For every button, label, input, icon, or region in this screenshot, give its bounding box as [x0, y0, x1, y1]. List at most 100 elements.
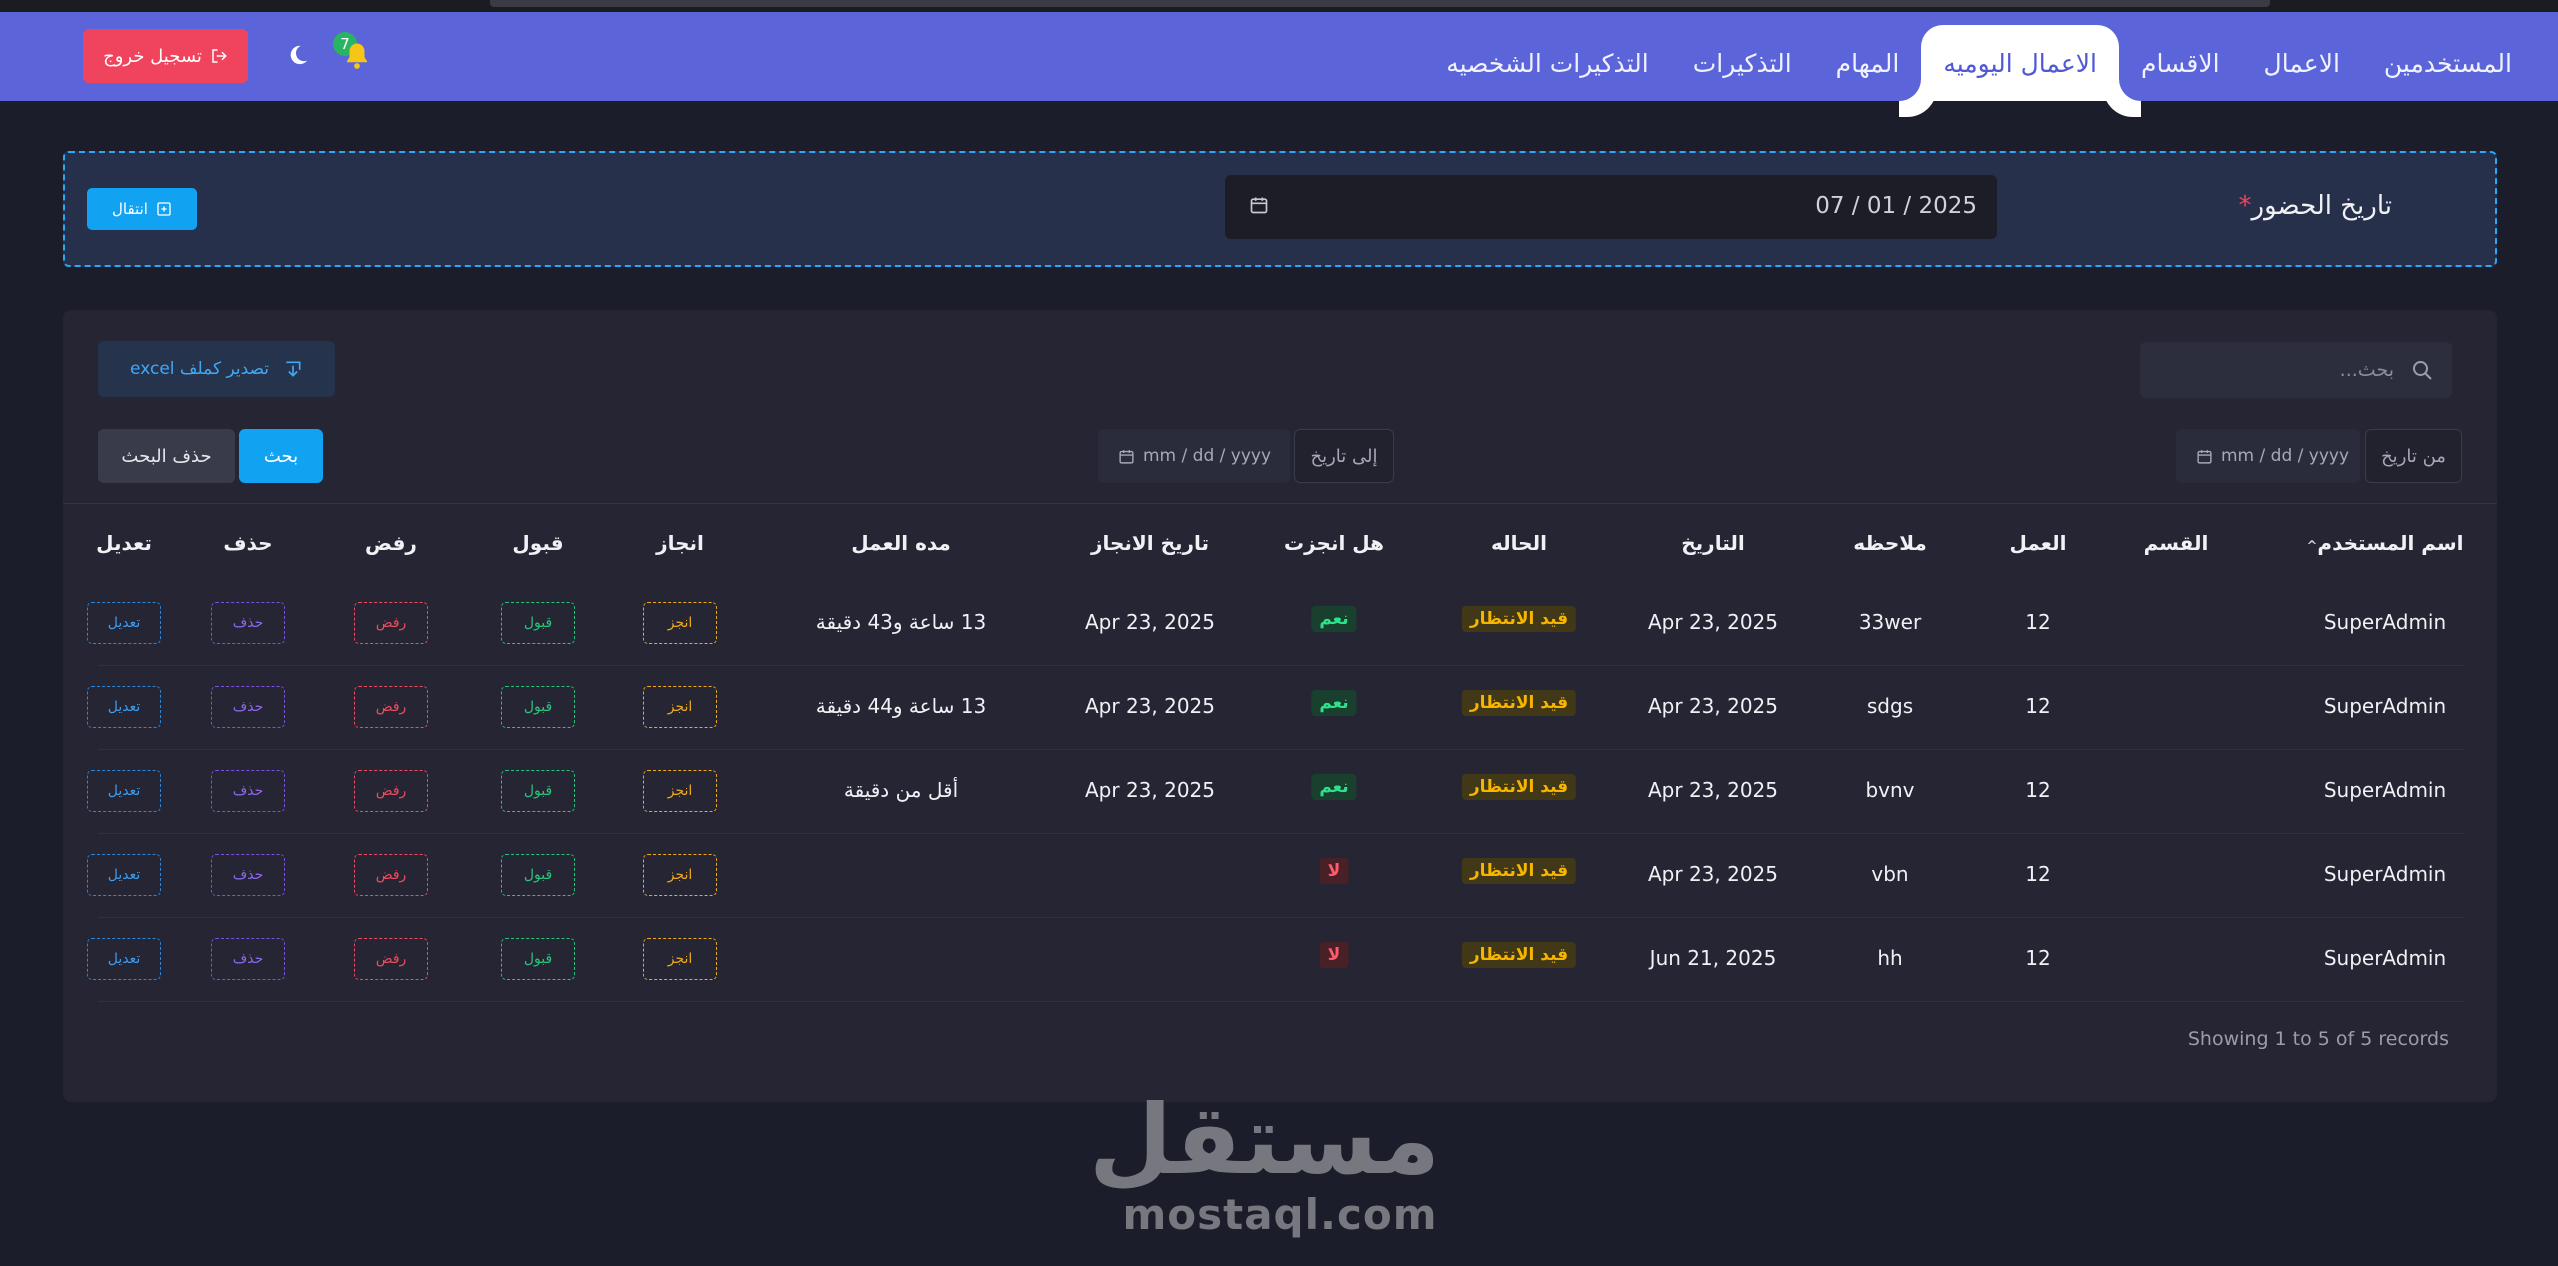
from-date-input[interactable]: mm / dd / yyyy — [2176, 429, 2360, 483]
done-button[interactable]: انجز — [643, 602, 717, 644]
edit-button[interactable]: تعديل — [87, 602, 161, 644]
attendance-date-value: 07 / 01 / 2025 — [1815, 193, 1977, 219]
cell-user: SuperAdmin — [2323, 778, 2447, 802]
header-edit: تعديل — [96, 531, 152, 555]
done-button[interactable]: انجز — [643, 854, 717, 896]
to-date-input[interactable]: mm / dd / yyyy — [1098, 429, 1290, 483]
header-accept: قبول — [512, 531, 564, 555]
search-placeholder: بحث... — [2339, 359, 2394, 381]
accept-button[interactable]: قبول — [501, 854, 575, 896]
header-is-done[interactable]: هل انجزت — [1284, 531, 1384, 555]
delete-button[interactable]: حذف — [211, 770, 285, 812]
clear-search-button[interactable]: حذف البحث — [98, 429, 235, 483]
to-date-label: إلى تاريخ — [1294, 429, 1394, 483]
is-done-badge: نعم — [1311, 606, 1357, 632]
navbar: المستخدمين الاعمال الاقسام الاعمال اليوميه ا… — [0, 12, 2558, 101]
nav-tab-5[interactable]: التذكيرات — [1671, 25, 1814, 101]
window-top-strip — [0, 0, 2558, 12]
reject-button[interactable]: رفض — [354, 770, 428, 812]
is-done-badge: لا — [1319, 942, 1349, 968]
attendance-date-input[interactable]: 07 / 01 / 2025 — [1225, 175, 1997, 239]
header-delete: حذف — [223, 531, 273, 555]
is-done-badge: نعم — [1311, 774, 1357, 800]
done-button[interactable]: انجز — [643, 686, 717, 728]
logout-button[interactable]: تسجيل خروج — [83, 29, 248, 83]
cell-note: hh — [1877, 946, 1903, 970]
watermark-logo: مستقل mostaql.com — [1088, 1084, 1440, 1240]
delete-button[interactable]: حذف — [211, 938, 285, 980]
header-done-date[interactable]: تاريخ الانجاز — [1091, 531, 1209, 555]
cell-user: SuperAdmin — [2323, 946, 2447, 970]
accept-button[interactable]: قبول — [501, 770, 575, 812]
status-badge: قيد الانتظار — [1461, 690, 1577, 716]
accept-button[interactable]: قبول — [501, 938, 575, 980]
daily-works-card: بحث... تصدير كملف excel من تاريخ mm / dd… — [63, 310, 2497, 1102]
cell-note: sdgs — [1866, 694, 1914, 718]
export-label: تصدير كملف excel — [130, 359, 269, 379]
cell-user: SuperAdmin — [2323, 862, 2447, 886]
move-button[interactable]: انتقال — [87, 188, 197, 230]
attendance-label-text: تاريخ الحضور — [2251, 191, 2392, 221]
plus-square-icon — [157, 202, 171, 216]
is-done-badge: لا — [1319, 858, 1349, 884]
cell-date: Jun 21, 2025 — [1649, 946, 1777, 970]
records-info: Showing 1 to 5 of 5 records — [2187, 1028, 2449, 1050]
window-top-bar — [490, 0, 2270, 7]
cell-duration: 13 ساعة و44 دقيقة — [815, 694, 987, 718]
header-work[interactable]: العمل — [2010, 531, 2067, 555]
moon-icon[interactable] — [287, 44, 309, 66]
status-badge: قيد الانتظار — [1461, 774, 1577, 800]
delete-button[interactable]: حذف — [211, 854, 285, 896]
header-date[interactable]: التاريخ — [1681, 531, 1744, 555]
reject-button[interactable]: رفض — [354, 686, 428, 728]
cell-work: 12 — [2025, 778, 2051, 802]
done-button[interactable]: انجز — [643, 938, 717, 980]
reject-button[interactable]: رفض — [354, 938, 428, 980]
accept-button[interactable]: قبول — [501, 602, 575, 644]
watermark-arabic: مستقل — [1088, 1084, 1440, 1196]
cell-date: Apr 23, 2025 — [1647, 610, 1779, 634]
attendance-date-label: تاريخ الحضور* — [2239, 191, 2392, 221]
cell-note: 33wer — [1858, 610, 1922, 634]
bell-icon[interactable] — [342, 40, 372, 72]
header-user-label: اسم المستخدم — [2317, 531, 2464, 555]
header-status[interactable]: الحاله — [1491, 531, 1547, 555]
reject-button[interactable]: رفض — [354, 854, 428, 896]
calendar-icon[interactable] — [1249, 195, 1269, 215]
cell-user: SuperAdmin — [2323, 694, 2447, 718]
search-button[interactable]: بحث — [239, 429, 323, 483]
header-duration[interactable]: مده العمل — [851, 531, 951, 555]
search-input[interactable]: بحث... — [2140, 342, 2452, 398]
nav-tab-0[interactable]: المستخدمين — [2362, 25, 2534, 101]
nav-tabs: المستخدمين الاعمال الاقسام الاعمال اليوميه ا… — [1424, 25, 2534, 101]
cell-duration: 13 ساعة و43 دقيقة — [815, 610, 987, 634]
edit-button[interactable]: تعديل — [87, 854, 161, 896]
done-button[interactable]: انجز — [643, 770, 717, 812]
calendar-icon — [1119, 449, 1134, 464]
header-note[interactable]: ملاحظه — [1853, 531, 1927, 555]
cell-date: Apr 23, 2025 — [1647, 778, 1779, 802]
header-department[interactable]: القسم — [2144, 531, 2209, 555]
export-excel-button[interactable]: تصدير كملف excel — [98, 341, 335, 397]
edit-button[interactable]: تعديل — [87, 770, 161, 812]
edit-button[interactable]: تعديل — [87, 938, 161, 980]
delete-button[interactable]: حذف — [211, 686, 285, 728]
from-date-label: من تاريخ — [2365, 429, 2462, 483]
from-date-placeholder: mm / dd / yyyy — [2221, 446, 2350, 466]
accept-button[interactable]: قبول — [501, 686, 575, 728]
logout-label: تسجيل خروج — [103, 45, 202, 67]
delete-button[interactable]: حذف — [211, 602, 285, 644]
nav-tab-1[interactable]: الاعمال — [2242, 25, 2362, 101]
cell-work: 12 — [2025, 610, 2051, 634]
cell-date: Apr 23, 2025 — [1647, 862, 1779, 886]
reject-button[interactable]: رفض — [354, 602, 428, 644]
cell-done-date: Apr 23, 2025 — [1084, 610, 1216, 634]
header-user[interactable]: اسم المستخدم^ — [2307, 531, 2464, 555]
status-badge: قيد الانتظار — [1461, 942, 1577, 968]
table-row: SuperAdmin 12 vbn Apr 23, 2025 قيد الانتظار ل… — [87, 834, 2463, 918]
is-done-badge: نعم — [1311, 690, 1357, 716]
cell-note: vbn — [1871, 862, 1909, 886]
nav-tab-6[interactable]: التذكيرات الشخصيه — [1424, 25, 1671, 101]
nav-tab-3[interactable]: الاعمال اليوميه — [1921, 25, 2119, 101]
edit-button[interactable]: تعديل — [87, 686, 161, 728]
